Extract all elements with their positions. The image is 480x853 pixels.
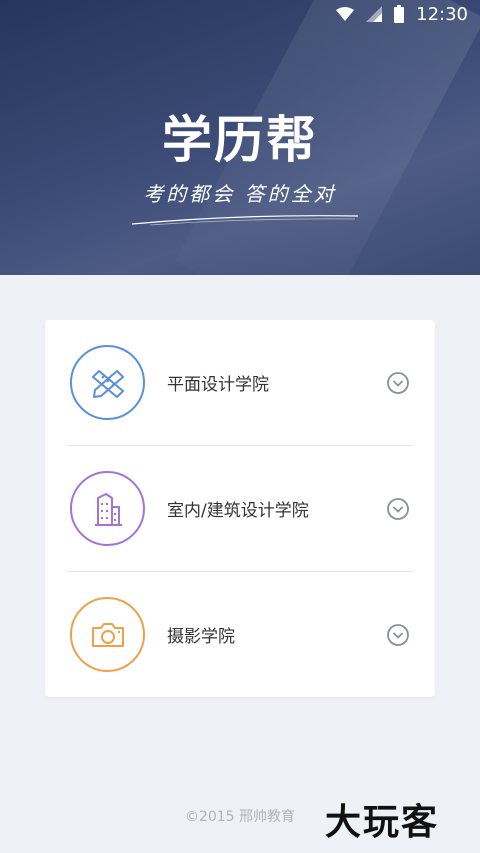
college-icon-circle xyxy=(70,597,145,672)
signal-icon xyxy=(366,6,383,22)
college-item-interior-design[interactable]: 室内/建筑设计学院 xyxy=(45,446,435,571)
college-list-card: 平面设计学院 室内/建筑设计学院 摄影学院 xyxy=(45,320,435,697)
camera-icon xyxy=(91,622,124,647)
college-icon-circle xyxy=(70,345,145,420)
chevron-down-icon[interactable] xyxy=(387,498,409,520)
app-title: 学历帮 xyxy=(162,111,318,169)
college-item-photography[interactable]: 摄影学院 xyxy=(45,572,435,697)
college-item-graphic-design[interactable]: 平面设计学院 xyxy=(45,320,435,445)
pen-ruler-icon xyxy=(91,369,124,398)
college-item-label: 平面设计学院 xyxy=(167,375,269,395)
wifi-icon xyxy=(336,7,355,21)
app-slogan: 考的都会 答的全对 xyxy=(143,182,337,206)
status-time: 12:30 xyxy=(416,3,468,25)
chevron-down-icon[interactable] xyxy=(387,372,409,394)
watermark: 大玩客 xyxy=(325,802,440,843)
building-icon xyxy=(94,492,122,526)
hero-banner: 12:30 学历帮 考的都会 答的全对 xyxy=(0,0,480,275)
college-item-label: 摄影学院 xyxy=(167,627,235,647)
slogan-swoosh xyxy=(131,215,359,226)
college-icon-circle xyxy=(70,471,145,546)
battery-icon xyxy=(394,5,405,23)
college-item-label: 室内/建筑设计学院 xyxy=(167,501,309,521)
app-logo: 学历帮 考的都会 答的全对 xyxy=(0,100,480,226)
chevron-down-icon[interactable] xyxy=(387,624,409,646)
status-bar: 12:30 xyxy=(0,0,480,28)
